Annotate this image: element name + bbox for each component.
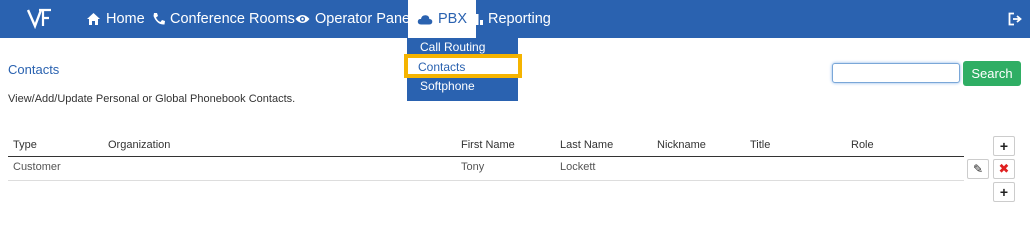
column-header-nickname: Nickname	[657, 139, 706, 151]
delete-x-icon: ✖	[998, 161, 1010, 176]
menu-item-contacts[interactable]: Contacts	[418, 60, 465, 74]
search-button[interactable]: Search	[963, 61, 1021, 86]
nav-pbx-label: PBX	[438, 11, 468, 27]
bar-chart-icon	[471, 14, 483, 25]
search-input[interactable]	[832, 63, 960, 83]
nav-pbx[interactable]: PBX	[408, 0, 477, 38]
page-subtitle: View/Add/Update Personal or Global Phone…	[8, 93, 296, 105]
page-title: Contacts	[8, 62, 60, 77]
nav-home-label: Home	[106, 11, 145, 27]
cell-first-name: Tony	[461, 161, 485, 173]
menu-item-softphone[interactable]: Softphone	[420, 79, 475, 93]
menu-item-contacts-highlight[interactable]: Contacts	[404, 54, 522, 78]
top-nav-bar: Home Conference Rooms Operator Panel PBX…	[0, 0, 1030, 38]
cell-type: Customer	[13, 161, 61, 173]
nav-reporting[interactable]: Reporting	[471, 0, 551, 38]
cell-last-name: Lockett	[560, 161, 596, 173]
eye-icon	[295, 15, 310, 23]
column-header-type: Type	[13, 139, 37, 151]
cloud-icon	[417, 14, 433, 24]
column-header-last-name: Last Name	[560, 139, 614, 151]
home-icon	[87, 13, 100, 25]
column-header-first-name: First Name	[461, 139, 515, 151]
nav-reporting-label: Reporting	[488, 11, 551, 27]
pencil-icon: ✎	[972, 162, 984, 176]
phone-icon	[153, 13, 165, 25]
delete-contact-button[interactable]: ✖	[993, 159, 1015, 179]
logout-icon[interactable]	[1008, 12, 1022, 26]
nav-conference-rooms-label: Conference Rooms	[170, 11, 295, 27]
add-contact-button-bottom[interactable]: +	[993, 182, 1015, 202]
nav-operator-panel-label: Operator Panel	[315, 11, 414, 27]
nav-conference-rooms[interactable]: Conference Rooms	[152, 0, 295, 38]
column-header-title: Title	[750, 139, 771, 151]
nav-operator-panel[interactable]: Operator Panel	[295, 0, 413, 38]
column-header-organization: Organization	[108, 139, 171, 151]
table-row-divider	[8, 180, 964, 181]
logo-icon[interactable]	[27, 7, 53, 29]
table-header-divider	[8, 156, 964, 157]
menu-item-call-routing[interactable]: Call Routing	[420, 40, 485, 54]
edit-contact-button[interactable]: ✎	[967, 159, 989, 179]
add-contact-button-top[interactable]: +	[993, 136, 1015, 156]
column-header-role: Role	[851, 139, 874, 151]
nav-home[interactable]: Home	[86, 0, 145, 38]
